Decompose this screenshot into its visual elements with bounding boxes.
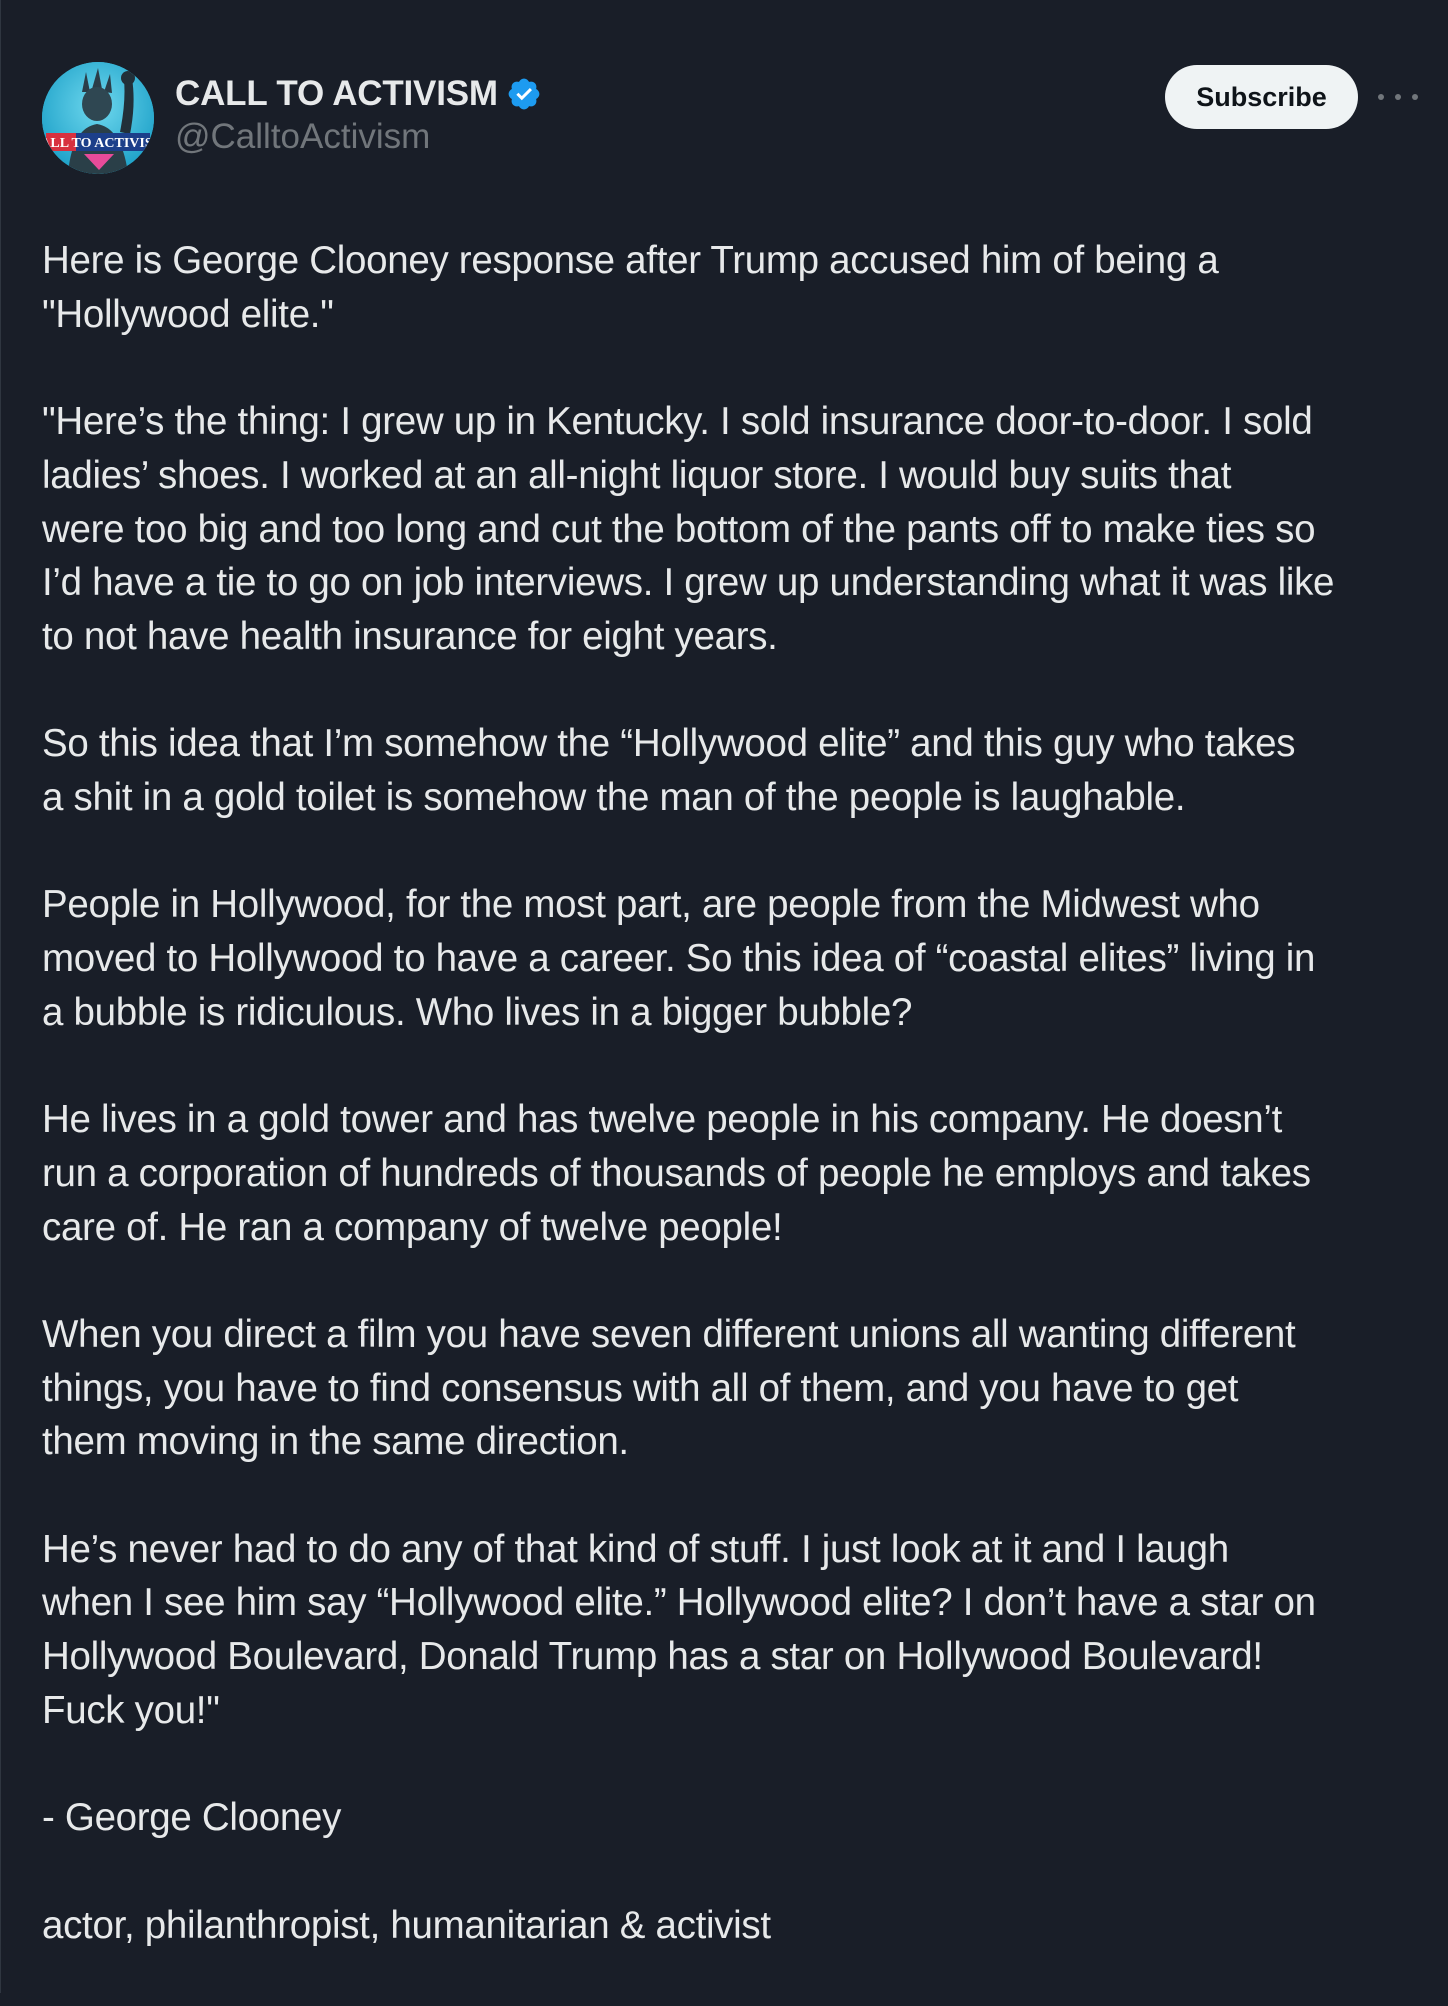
- post-text-line: Fuck you!": [42, 1688, 220, 1732]
- more-dot: [1378, 94, 1384, 100]
- author-handle[interactable]: @CalltoActivism: [175, 117, 542, 157]
- post-text-line: Hollywood Boulevard, Donald Trump has a …: [42, 1635, 1263, 1679]
- post-paragraph: People in Hollywood, for the most part, …: [42, 878, 1422, 1039]
- post-text-line: I’d have a tie to go on job interviews. …: [42, 561, 1335, 605]
- post-paragraph: Here is George Clooney response after Tr…: [42, 234, 1422, 341]
- avatar-logo-text: CALL TO ACTIVISM: [42, 136, 154, 151]
- more-horizontal-icon[interactable]: [1378, 81, 1418, 113]
- post-text-line: "Here’s the thing: I grew up in Kentucky…: [42, 400, 1313, 444]
- post-paragraph: He’s never had to do any of that kind of…: [42, 1523, 1422, 1738]
- avatar-image: CALL TO ACTIVISM: [42, 62, 154, 174]
- subscribe-button[interactable]: Subscribe: [1165, 65, 1358, 129]
- more-dot: [1395, 94, 1401, 100]
- name-row: CALL TO ACTIVISM: [175, 72, 542, 116]
- post-text-line: run a corporation of hundreds of thousan…: [42, 1151, 1311, 1195]
- post-text-line: Here is George Clooney response after Tr…: [42, 239, 1219, 282]
- post-text-line: moved to Hollywood to have a career. So …: [42, 937, 1316, 981]
- post-text-line: People in Hollywood, for the most part, …: [42, 883, 1260, 927]
- post-text-line: to not have health insurance for eight y…: [42, 614, 778, 658]
- post-text-line: when I see him say “Hollywood elite.” Ho…: [42, 1581, 1316, 1625]
- post-text-line: So this idea that I’m somehow the “Holly…: [42, 722, 1296, 766]
- post-paragraph: So this idea that I’m somehow the “Holly…: [42, 717, 1422, 824]
- post-text-line: He lives in a gold tower and has twelve …: [42, 1098, 1283, 1142]
- post-paragraph: He lives in a gold tower and has twelve …: [42, 1093, 1422, 1254]
- post-paragraph: "Here’s the thing: I grew up in Kentucky…: [42, 395, 1422, 664]
- avatar[interactable]: CALL TO ACTIVISM: [42, 62, 154, 174]
- post-text-line: things, you have to find consensus with …: [42, 1366, 1239, 1410]
- post-text-line: ladies’ shoes. I worked at an all-night …: [42, 453, 1232, 497]
- post-text-line: them moving in the same direction.: [42, 1420, 629, 1464]
- post-text: Here is George Clooney response after Tr…: [42, 234, 1422, 2006]
- more-dot: [1412, 94, 1418, 100]
- post-text-line: were too big and too long and cut the bo…: [42, 507, 1316, 551]
- post-text-line: He’s never had to do any of that kind of…: [42, 1527, 1229, 1571]
- post-header: CALL TO ACTIVISM CALL TO ACTIVISM @Callt…: [42, 62, 1448, 176]
- post-text-line: - George Clooney: [42, 1796, 342, 1840]
- post-card: CALL TO ACTIVISM CALL TO ACTIVISM @Callt…: [0, 0, 1448, 1993]
- post-paragraph: When you direct a film you have seven di…: [42, 1308, 1422, 1469]
- display-name[interactable]: CALL TO ACTIVISM: [175, 74, 498, 114]
- post-text-line: When you direct a film you have seven di…: [42, 1312, 1296, 1356]
- post-paragraph: actor, philanthropist, humanitarian & ac…: [42, 1899, 1422, 1953]
- post-paragraph: - George Clooney: [42, 1791, 1422, 1845]
- post-text-line: a shit in a gold toilet is somehow the m…: [42, 776, 1186, 819]
- post-text-line: actor, philanthropist, humanitarian & ac…: [42, 1903, 771, 1947]
- post-text-line: care of. He ran a company of twelve peop…: [42, 1205, 783, 1249]
- post-text-line: a bubble is ridiculous. Who lives in a b…: [42, 990, 913, 1034]
- verified-badge-icon[interactable]: [506, 76, 542, 112]
- post-text-line: "Hollywood elite.": [42, 292, 334, 336]
- author-identity: CALL TO ACTIVISM @CalltoActivism: [175, 72, 542, 157]
